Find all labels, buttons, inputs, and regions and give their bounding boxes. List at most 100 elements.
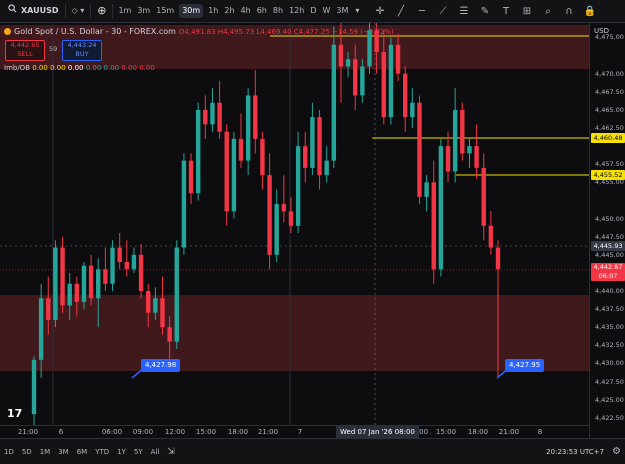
ohlc-values: O4,491.83 H4,495.73 L4,469.40 C4,477.25 … [178,27,394,36]
timeframe-3M[interactable]: 3M [333,0,351,22]
demand-zone [0,295,589,371]
range-6m[interactable]: 6M [73,448,92,456]
chevron-down-icon[interactable]: ▾ [351,0,363,22]
candle-body [331,44,337,161]
buy-price: 4,443.24 [67,41,97,49]
tradingview-logo: 𝟭𝟳 [7,407,23,420]
candle-body [438,146,444,270]
currency-label[interactable]: USD [594,27,609,35]
timeframe-D[interactable]: D [307,0,319,22]
timeframe-4h[interactable]: 4h [238,0,254,22]
time-axis[interactable]: 821:0018:0015:0012:0008:00721:0018:0015:… [0,425,589,439]
timeframe-12h[interactable]: 12h [286,0,307,22]
time-tick-label: 21:00 [17,428,39,436]
timeframe-3m[interactable]: 3m [134,0,153,22]
range-5y[interactable]: 5Y [130,448,147,456]
top-toolbar: XAUUSD ◇ ▾ ⊕ 1m 3m 15m 30m 1h 2h 4h 6h 8h 12h D W 3M… [0,0,625,23]
sell-button[interactable]: 4,442.65 SELL [5,40,45,61]
candle-body [303,146,308,168]
price-callout-right[interactable]: 4,427.95 [505,359,545,372]
price-tick-label: 4,465.00 [595,105,624,114]
lock-icon[interactable]: 🔒 [583,6,597,17]
indicator-value: 0.00 [121,64,137,72]
ray-icon[interactable]: ⟋ [436,6,450,17]
settings-gear-icon[interactable]: ⚙ [608,446,625,457]
candle-body [67,283,72,306]
magnet-icon[interactable]: ∩ [562,6,576,17]
time-tick-label: 21:00 [498,428,520,436]
bar-countdown: 06:07 [598,272,618,280]
candle-body [388,44,394,118]
candle-body [324,160,329,176]
candle-body [474,146,479,168]
diamond-icon[interactable]: ◇ ▾ [68,0,89,22]
candle-body [281,204,287,212]
add-symbol-button[interactable]: ⊕ [93,0,110,22]
text-icon[interactable]: T [499,6,513,17]
range-5d[interactable]: 5D [18,448,36,456]
price-tick-label: 4,467.50 [595,87,624,96]
timeframe-15m[interactable]: 15m [153,0,177,22]
brush-icon[interactable]: ✎ [478,6,492,17]
indicator-legend[interactable]: Imb/OB 0.00 0.00 0.00 0.00 0.00 0.00 0.0… [4,64,155,72]
range-ytd[interactable]: YTD [91,448,113,456]
candle-body [117,247,122,263]
candle-body [403,73,408,118]
candle-body [345,59,351,67]
search-icon [8,0,17,22]
timeframe-1m[interactable]: 1m [115,0,134,22]
price-chart[interactable] [0,23,589,425]
horizontal-line-icon[interactable]: ─ [415,6,429,17]
timeframe-30m[interactable]: 30m [179,4,204,18]
time-tick-label: 12:00 [164,428,186,436]
buy-button[interactable]: 4,443.24 BUY [62,40,102,61]
timeframe-W[interactable]: W [319,0,333,22]
candle-body [203,109,208,125]
trend-line-icon[interactable]: ╱ [394,6,408,17]
price-tick-label: 4,427.50 [595,377,624,386]
time-tick-label: 8 [537,428,543,436]
candle-body [131,254,137,270]
price-tick-label: 4,450.00 [595,214,624,223]
timeframe-8h[interactable]: 8h [270,0,286,22]
range-1y[interactable]: 1Y [113,448,130,456]
price-tick-label: 4,422.50 [595,413,624,422]
timeframe-1h[interactable]: 1h [205,0,221,22]
cursor-icon[interactable]: ✛ [373,6,387,17]
candle-body [210,102,215,125]
candle-body [253,95,258,139]
candle-body [167,327,172,342]
symbol-search[interactable]: XAUUSD [0,0,63,22]
price-callout-left[interactable]: 4,427.98 [141,359,181,372]
range-1d[interactable]: 1D [0,448,18,456]
chart-pane[interactable] [0,23,589,425]
clock[interactable]: 20:23:53 UTC+7 [542,448,608,456]
range-3m[interactable]: 3M [54,448,73,456]
zoom-icon[interactable]: ⌕ [541,6,555,17]
chart-title: Gold Spot / U.S. Dollar - 30 - FOREX.com [14,27,176,36]
date-range-icon[interactable]: ⇲ [163,447,179,457]
spread-value: 59 [49,45,58,53]
divider [112,4,114,18]
candle-body [460,109,465,154]
price-tick-label: 4,457.50 [595,160,624,169]
candle-body [103,269,108,284]
time-tick-label: 7 [297,428,303,436]
indicator-value: 0.00 [103,64,120,72]
time-tick-label: 15:00 [435,428,457,436]
measure-icon[interactable]: ⊞ [520,6,534,17]
candle-body [96,269,101,299]
range-1m[interactable]: 1M [36,448,55,456]
range-all[interactable]: All [147,448,164,456]
price-tick-label: 4,425.00 [595,395,624,404]
candle-body [153,298,158,313]
price-axis[interactable]: 4,442.504,447.504,462.504,467.504,475.00… [589,23,625,443]
divider [90,4,92,18]
fib-icon[interactable]: ☰ [457,6,471,17]
timeframe-6h[interactable]: 6h [254,0,270,22]
candle-body [245,95,251,161]
price-tick-label: 4,435.00 [595,323,624,332]
candle-body [445,146,451,172]
candle-body [395,44,401,74]
timeframe-2h[interactable]: 2h [221,0,237,22]
